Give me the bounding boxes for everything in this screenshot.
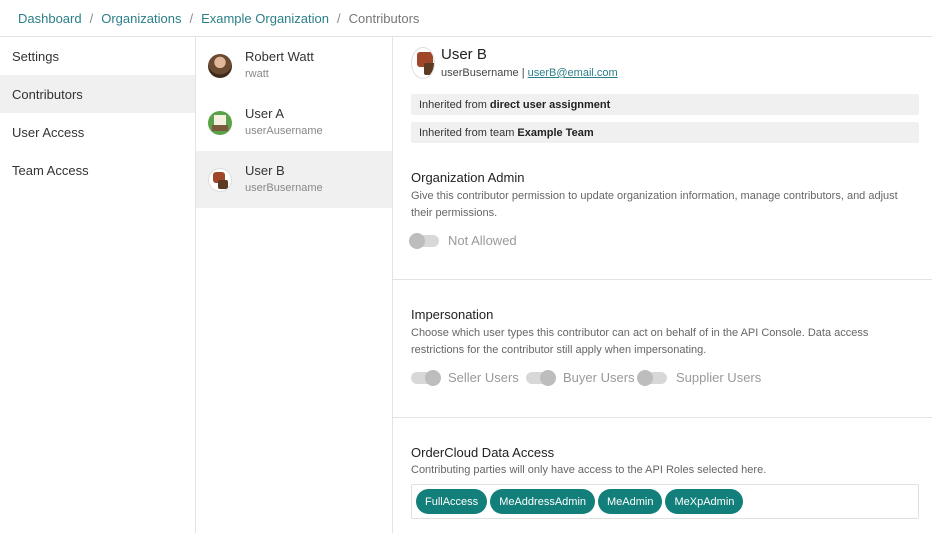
role-pill-meaddressadmin[interactable]: MeAddressAdmin bbox=[490, 489, 596, 514]
contributor-list: Robert Watt rwatt User A userAusername U… bbox=[196, 37, 393, 533]
contributor-row-user-a[interactable]: User A userAusername bbox=[196, 94, 392, 151]
breadcrumb-separator: / bbox=[189, 10, 194, 26]
breadcrumb-dashboard-link[interactable]: Dashboard bbox=[18, 11, 82, 26]
inherited-label: Inherited from bbox=[419, 98, 487, 111]
organization-admin-toggle[interactable]: Not Allowed bbox=[409, 232, 517, 249]
impersonation-description: Choose which user types this contributor… bbox=[411, 327, 869, 356]
inherited-label: Inherited from team bbox=[419, 126, 515, 139]
contributor-username: userBusername bbox=[245, 182, 323, 194]
toggle-switch[interactable] bbox=[409, 232, 439, 249]
contributor-name: User A bbox=[245, 106, 285, 121]
contributor-detail-name: User B bbox=[441, 46, 487, 63]
contributor-name: Robert Watt bbox=[245, 49, 314, 64]
sidebar-item-settings[interactable]: Settings bbox=[0, 37, 195, 75]
avatar bbox=[411, 47, 435, 79]
sidebar-item-user-access[interactable]: User Access bbox=[0, 113, 195, 151]
avatar bbox=[208, 167, 232, 192]
contributor-row-robert-watt[interactable]: Robert Watt rwatt bbox=[196, 37, 392, 94]
avatar bbox=[208, 110, 232, 135]
buyer-users-toggle[interactable]: Buyer Users bbox=[526, 369, 635, 386]
toggle-label: Buyer Users bbox=[563, 370, 635, 385]
contributor-row-user-b[interactable]: User B userBusername bbox=[196, 151, 392, 208]
contributor-username: userAusername bbox=[245, 125, 323, 137]
inherited-team-assignment: Inherited from team Example Team bbox=[411, 122, 919, 143]
avatar bbox=[208, 53, 232, 78]
toggle-switch[interactable] bbox=[637, 369, 667, 386]
toggle-switch[interactable] bbox=[526, 369, 556, 386]
role-pill-mexpadmin[interactable]: MeXpAdmin bbox=[665, 489, 744, 514]
toggle-label: Supplier Users bbox=[676, 370, 762, 385]
toggle-label: Not Allowed bbox=[448, 233, 517, 248]
toggle-switch[interactable] bbox=[411, 369, 441, 386]
impersonation-title: Impersonation bbox=[411, 307, 494, 322]
sidebar-item-team-access[interactable]: Team Access bbox=[0, 151, 195, 189]
inherited-value: direct user assignment bbox=[489, 98, 611, 111]
data-access-title: OrderCloud Data Access bbox=[411, 445, 555, 460]
contributor-username: rwatt bbox=[245, 68, 269, 80]
supplier-users-toggle[interactable]: Supplier Users bbox=[637, 369, 762, 386]
role-pill-fullaccess[interactable]: FullAccess bbox=[416, 489, 488, 514]
inherited-direct-assignment: Inherited from direct user assignment bbox=[411, 94, 919, 115]
contributor-name: User B bbox=[245, 163, 285, 178]
section-divider bbox=[393, 417, 932, 418]
breadcrumb-organizations-link[interactable]: Organizations bbox=[101, 11, 181, 26]
contributor-detail-panel: User B userBusername | userB@email.com I… bbox=[393, 37, 932, 533]
organization-admin-description: Give this contributor permission to upda… bbox=[411, 190, 898, 219]
breadcrumb-organization-link[interactable]: Example Organization bbox=[201, 11, 329, 26]
toggle-label: Seller Users bbox=[448, 370, 519, 385]
contributor-email-link[interactable]: userB@email.com bbox=[528, 67, 618, 79]
breadcrumb: Dashboard / Organizations / Example Orga… bbox=[0, 0, 932, 37]
breadcrumb-current: Contributors bbox=[348, 10, 420, 26]
inherited-team-value: Example Team bbox=[517, 126, 594, 139]
organization-admin-title: Organization Admin bbox=[411, 170, 525, 185]
api-roles-field[interactable]: FullAccess MeAddressAdmin MeAdmin MeXpAd… bbox=[411, 484, 919, 519]
separator: | bbox=[521, 67, 525, 79]
data-access-description: Contributing parties will only have acce… bbox=[411, 464, 767, 476]
breadcrumb-separator: / bbox=[89, 10, 94, 26]
sidebar-nav: Settings Contributors User Access Team A… bbox=[0, 37, 196, 533]
section-divider bbox=[393, 279, 932, 280]
contributor-detail-username: userBusername bbox=[441, 67, 519, 79]
sidebar-item-contributors[interactable]: Contributors bbox=[0, 75, 195, 113]
role-pill-meadmin[interactable]: MeAdmin bbox=[598, 489, 663, 514]
seller-users-toggle[interactable]: Seller Users bbox=[411, 369, 519, 386]
breadcrumb-separator: / bbox=[336, 10, 341, 26]
contributor-header: User B userBusername | userB@email.com bbox=[411, 46, 618, 80]
